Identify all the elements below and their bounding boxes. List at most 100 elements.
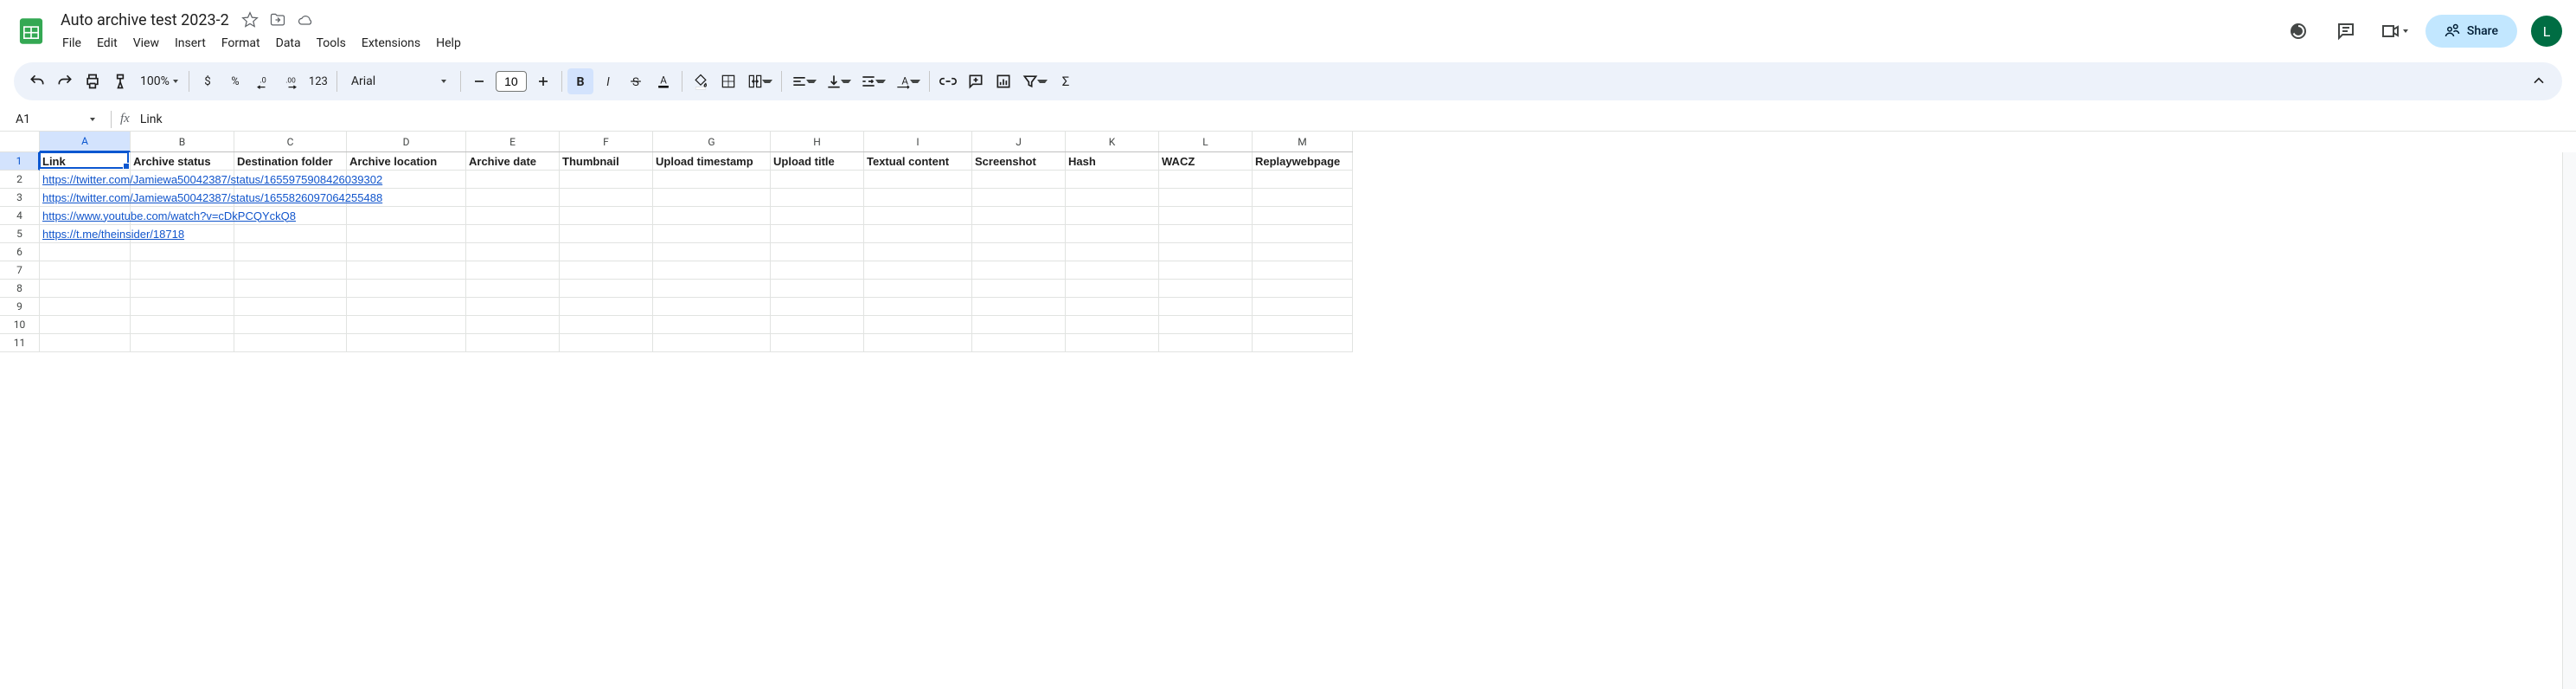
cell[interactable] [1253, 316, 1353, 334]
cell[interactable] [1066, 261, 1159, 280]
cell[interactable] [560, 189, 653, 207]
cell[interactable] [864, 280, 972, 298]
cell[interactable] [131, 261, 234, 280]
cell[interactable] [560, 280, 653, 298]
column-header-E[interactable]: E [466, 132, 560, 151]
increase-font-size-button[interactable] [530, 68, 556, 94]
cell[interactable] [771, 207, 864, 225]
cell[interactable] [40, 261, 131, 280]
increase-decimal-button[interactable]: .00 [278, 68, 304, 94]
decrease-font-size-button[interactable] [466, 68, 492, 94]
cell[interactable] [864, 207, 972, 225]
cell[interactable] [653, 334, 771, 352]
row-header-1[interactable]: 1 [0, 152, 40, 171]
cell[interactable] [1253, 261, 1353, 280]
cell[interactable] [972, 171, 1066, 189]
menu-help[interactable]: Help [429, 33, 468, 54]
text-color-button[interactable]: A [650, 68, 676, 94]
row-header-4[interactable]: 4 [0, 207, 40, 225]
column-header-F[interactable]: F [560, 132, 653, 151]
column-header-H[interactable]: H [771, 132, 864, 151]
history-icon[interactable] [2280, 14, 2315, 48]
cell[interactable]: Link [40, 152, 131, 171]
cell[interactable] [1159, 261, 1253, 280]
select-all-corner[interactable] [0, 132, 40, 152]
cell[interactable] [1253, 207, 1353, 225]
cell[interactable]: https://www.youtube.com/watch?v=cDkPCQYc… [40, 207, 131, 225]
cell[interactable]: Archive date [466, 152, 560, 171]
cell[interactable] [131, 243, 234, 261]
vertical-align-button[interactable] [822, 68, 855, 94]
cell[interactable] [771, 225, 864, 243]
cell[interactable] [466, 316, 560, 334]
cell[interactable] [1253, 189, 1353, 207]
cell[interactable] [40, 280, 131, 298]
cell[interactable] [1159, 171, 1253, 189]
cell[interactable] [972, 298, 1066, 316]
cell[interactable] [560, 171, 653, 189]
cell[interactable] [131, 316, 234, 334]
menu-file[interactable]: File [55, 33, 88, 54]
row-header-7[interactable]: 7 [0, 261, 40, 280]
cell[interactable] [1159, 334, 1253, 352]
cell[interactable] [1253, 171, 1353, 189]
insert-link-button[interactable] [935, 68, 961, 94]
cell[interactable] [347, 207, 466, 225]
font-size-input[interactable] [496, 71, 527, 92]
cell[interactable] [234, 225, 347, 243]
italic-button[interactable]: I [595, 68, 621, 94]
share-button[interactable]: Share [2425, 15, 2517, 48]
cell[interactable] [1066, 298, 1159, 316]
cell[interactable] [653, 225, 771, 243]
column-header-G[interactable]: G [653, 132, 771, 151]
cell[interactable] [972, 225, 1066, 243]
zoom-select[interactable]: 100% [135, 74, 183, 88]
cell[interactable] [1253, 243, 1353, 261]
row-header-9[interactable]: 9 [0, 298, 40, 316]
row-header-2[interactable]: 2 [0, 171, 40, 189]
undo-button[interactable] [24, 68, 50, 94]
cell[interactable] [1159, 243, 1253, 261]
column-header-D[interactable]: D [347, 132, 466, 151]
cell[interactable] [347, 280, 466, 298]
cell[interactable] [560, 225, 653, 243]
cell[interactable] [1253, 225, 1353, 243]
row-header-5[interactable]: 5 [0, 225, 40, 243]
cell[interactable]: https://twitter.com/Jamiewa50042387/stat… [40, 171, 131, 189]
horizontal-align-button[interactable] [787, 68, 820, 94]
cell[interactable] [347, 316, 466, 334]
cell[interactable] [560, 298, 653, 316]
name-box[interactable]: A1 [16, 113, 102, 126]
cell[interactable] [1159, 207, 1253, 225]
cell[interactable] [653, 261, 771, 280]
print-button[interactable] [80, 68, 106, 94]
cell[interactable] [864, 243, 972, 261]
cell[interactable] [131, 280, 234, 298]
column-header-J[interactable]: J [972, 132, 1066, 151]
cell[interactable] [347, 261, 466, 280]
cell[interactable] [40, 243, 131, 261]
cell[interactable] [653, 207, 771, 225]
star-icon[interactable] [241, 11, 259, 29]
paint-format-button[interactable] [107, 68, 133, 94]
cell[interactable] [1066, 243, 1159, 261]
column-header-K[interactable]: K [1066, 132, 1159, 151]
font-select[interactable]: Arial [343, 74, 455, 88]
cell[interactable] [466, 334, 560, 352]
cell[interactable] [972, 316, 1066, 334]
cell[interactable] [560, 334, 653, 352]
cell[interactable] [466, 243, 560, 261]
percent-button[interactable]: % [222, 68, 248, 94]
cell[interactable] [771, 316, 864, 334]
row-header-10[interactable]: 10 [0, 316, 40, 334]
cell[interactable]: Upload timestamp [653, 152, 771, 171]
formula-input[interactable]: Link [140, 113, 2571, 126]
cell[interactable] [653, 171, 771, 189]
menu-tools[interactable]: Tools [310, 33, 353, 54]
cell[interactable] [234, 298, 347, 316]
cell[interactable]: Replaywebpage [1253, 152, 1353, 171]
cell[interactable] [1066, 207, 1159, 225]
doc-title[interactable]: Auto archive test 2023-2 [55, 10, 234, 31]
cell[interactable]: Destination folder [234, 152, 347, 171]
fill-color-button[interactable] [688, 68, 714, 94]
